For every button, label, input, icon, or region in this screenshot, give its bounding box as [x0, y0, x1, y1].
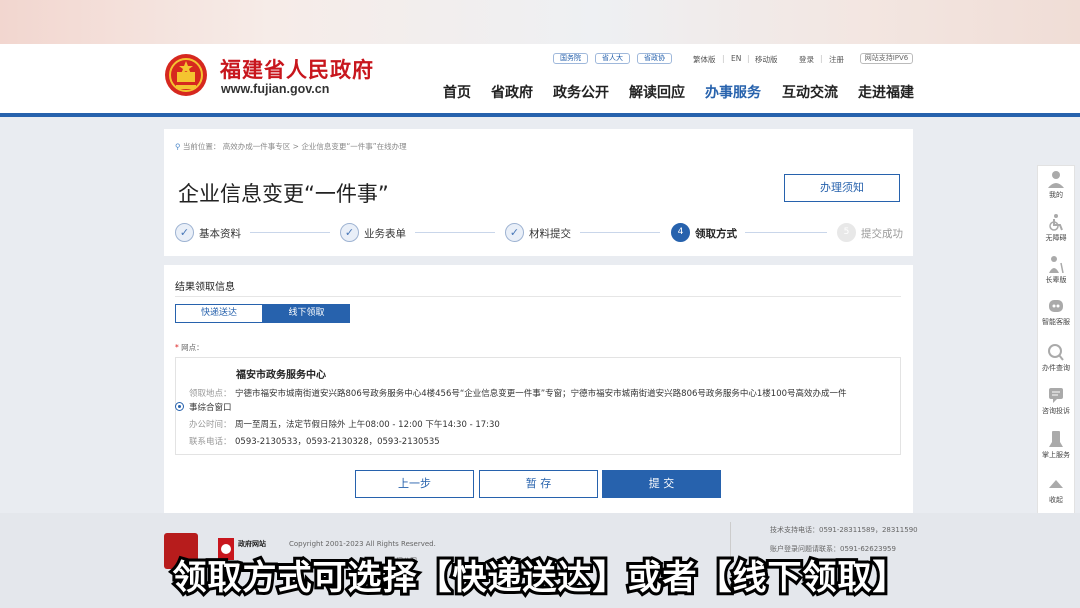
video-caption: 领取方式可选择【快递送达】或者【线下领取】 — [170, 555, 910, 601]
nav-public-affairs[interactable]: 政务公开 — [553, 82, 609, 102]
section-title: 结果领取信息 — [175, 282, 235, 293]
sidebar-item-consult[interactable]: 咨询投诉 — [1037, 386, 1075, 416]
guide-button[interactable]: 办理须知 — [784, 174, 900, 202]
nav-services[interactable]: 办事服务 — [705, 82, 761, 102]
sidebar-item-elder[interactable]: 长辈版 — [1037, 255, 1075, 285]
accessibility-icon — [1049, 214, 1063, 231]
phone-key: 联系电话： — [189, 437, 232, 447]
step-connector — [580, 232, 660, 233]
nav-interpretation[interactable]: 解读回应 — [629, 82, 685, 102]
hours-value: 周一至周五，法定节假日除外 上午08:00 - 12:00 下午14:30 - … — [235, 420, 500, 430]
sidebar-item-mobile-service[interactable]: 掌上服务 — [1037, 430, 1075, 460]
sidebar-item-accessibility[interactable]: 无障碍 — [1037, 213, 1075, 243]
link-state-council[interactable]: 国务院 — [553, 53, 588, 64]
separator: | — [747, 54, 750, 63]
step-label: 提交成功 — [861, 228, 903, 240]
check-icon: ✓ — [340, 223, 359, 242]
sidebar-item-mine[interactable]: 我的 — [1037, 170, 1075, 200]
sidebar-collapse[interactable]: 收起 — [1037, 475, 1075, 505]
step-connector — [745, 232, 827, 233]
robot-icon — [1049, 300, 1063, 312]
check-icon: ✓ — [505, 223, 524, 242]
sidebar-label: 掌上服务 — [1042, 451, 1070, 459]
breadcrumb-prefix: 当前位置： — [182, 142, 221, 151]
sidebar-label: 收起 — [1049, 496, 1063, 504]
step-number: 5 — [837, 223, 856, 242]
hours-key: 办公时间： — [189, 420, 232, 430]
link-login[interactable]: 登录 — [799, 54, 814, 65]
national-emblem-logo — [165, 54, 207, 96]
separator: | — [722, 54, 725, 63]
submit-button[interactable]: 提 交 — [602, 470, 721, 498]
header-divider — [0, 113, 1080, 117]
address-value-line2: 事综合窗口 — [189, 403, 232, 413]
step-connector — [415, 232, 495, 233]
step-label: 材料提交 — [529, 228, 571, 240]
step-label: 业务表单 — [364, 228, 406, 240]
site-header — [0, 44, 1080, 114]
link-provincial-cppcc[interactable]: 省政协 — [637, 53, 672, 64]
site-name[interactable]: 福建省人民政府 — [220, 54, 374, 84]
sidebar-label: 智能客服 — [1042, 318, 1070, 326]
nav-home[interactable]: 首页 — [443, 82, 471, 102]
sidebar-label: 长辈版 — [1045, 276, 1067, 284]
footer-support-phone: 技术支持电话：0591-28311589，28311590 — [770, 526, 918, 534]
breadcrumb: ⚲ 当前位置： 高效办成一件事专区 > 企业信息变更“一件事”在线办理 — [175, 141, 407, 152]
nav-government[interactable]: 省政府 — [491, 82, 533, 102]
user-icon — [1048, 171, 1064, 188]
address-key: 领取地点： — [189, 389, 232, 399]
nav-interaction[interactable]: 互动交流 — [782, 82, 838, 102]
page-title: 企业信息变更“一件事” — [178, 182, 389, 206]
field-label-text: 网点： — [181, 343, 204, 352]
chat-icon — [1049, 388, 1063, 403]
service-point-name: 福安市政务服务中心 — [236, 370, 326, 381]
site-url: www.fujian.gov.cn — [221, 82, 330, 96]
top-background-band — [0, 0, 1080, 44]
sidebar-item-smart-service[interactable]: 智能客服 — [1037, 297, 1075, 327]
link-traditional[interactable]: 繁体版 — [693, 54, 716, 65]
required-mark: * — [175, 343, 179, 352]
address-value-line1: 宁德市福安市城南街道安兴路806号政务服务中心4楼456号“企业信息变更一件事”… — [235, 389, 847, 399]
step-connector — [250, 232, 330, 233]
tab-offline-pickup[interactable]: 线下领取 — [263, 304, 350, 323]
phone-value: 0593-2130533，0593-2130328，0593-2130535 — [235, 437, 440, 447]
step-number: 4 — [671, 223, 690, 242]
field-label-service-point: * 网点： — [175, 342, 204, 353]
link-register[interactable]: 注册 — [829, 54, 844, 65]
search-icon — [1048, 344, 1064, 361]
step-label: 领取方式 — [695, 228, 737, 240]
caret-up-icon — [1049, 480, 1063, 488]
elder-icon — [1049, 256, 1064, 273]
separator: | — [820, 54, 823, 63]
step-label: 基本资料 — [199, 228, 241, 240]
ipv6-badge: 网站支持IPV6 — [860, 53, 913, 64]
link-english[interactable]: EN — [731, 54, 741, 63]
save-draft-button[interactable]: 暂 存 — [479, 470, 598, 498]
link-provincial-congress[interactable]: 省人大 — [595, 53, 630, 64]
service-point-radio[interactable] — [175, 402, 184, 411]
breadcrumb-sep: > — [292, 142, 299, 151]
mobile-icon — [1049, 431, 1063, 447]
prev-button[interactable]: 上一步 — [355, 470, 474, 498]
link-mobile[interactable]: 移动版 — [755, 54, 778, 65]
tab-express-delivery[interactable]: 快递送达 — [175, 304, 263, 323]
sidebar-label: 咨询投诉 — [1042, 407, 1070, 415]
breadcrumb-zone[interactable]: 高效办成一件事专区 — [223, 142, 291, 151]
location-pin-icon: ⚲ — [175, 142, 181, 151]
sidebar-label: 我的 — [1049, 191, 1063, 199]
sidebar-label: 办件查询 — [1042, 364, 1070, 372]
section-divider — [175, 296, 901, 297]
gov-site-badge-label: 政府网站 — [238, 540, 266, 548]
footer-copyright: Copyright 2001-2023 All Rights Reserved. — [289, 540, 436, 548]
sidebar-label: 无障碍 — [1045, 234, 1067, 242]
breadcrumb-current: 企业信息变更“一件事”在线办理 — [301, 142, 407, 151]
sidebar-item-case-query[interactable]: 办件查询 — [1037, 343, 1075, 373]
nav-about-fujian[interactable]: 走进福建 — [858, 82, 914, 102]
check-icon: ✓ — [175, 223, 194, 242]
